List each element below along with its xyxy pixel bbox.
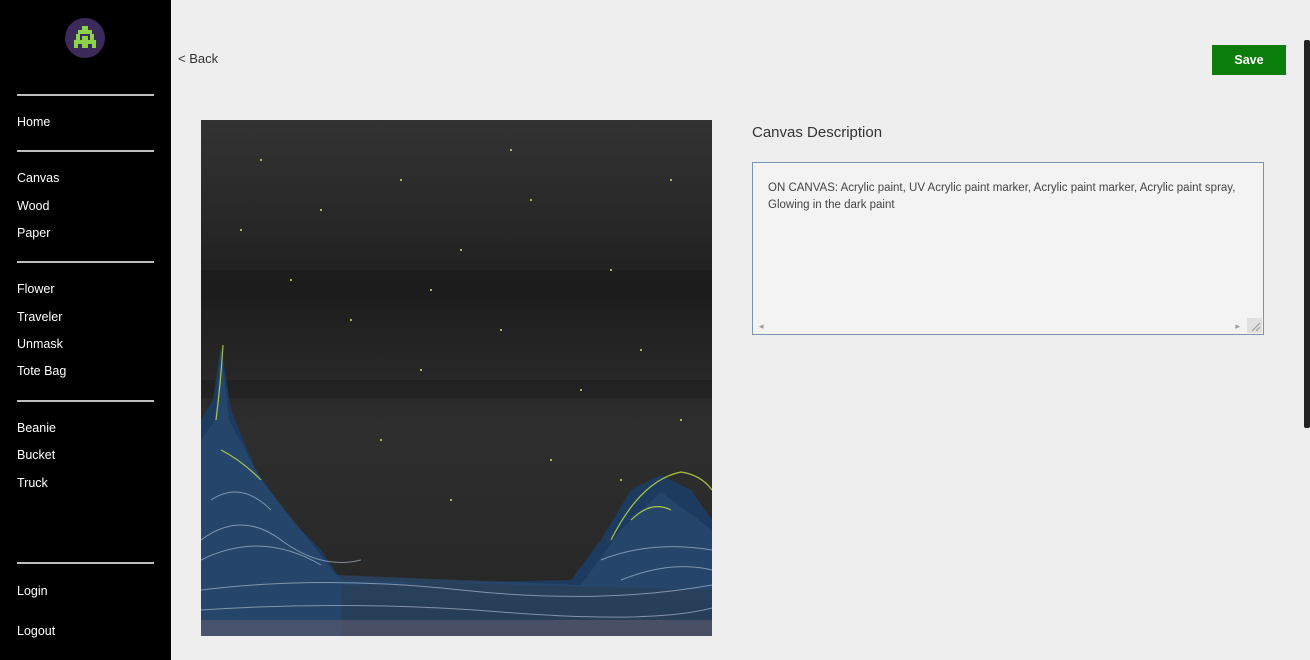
- save-button[interactable]: Save: [1212, 45, 1286, 75]
- sidebar-item-traveler[interactable]: Traveler: [17, 310, 62, 324]
- sidebar-item-unmask[interactable]: Unmask: [17, 337, 63, 351]
- sidebar-item-tote-bag[interactable]: Tote Bag: [17, 364, 66, 378]
- artwork-image: [201, 120, 712, 636]
- scroll-right-icon[interactable]: ▸: [1235, 321, 1240, 332]
- sidebar-item-login[interactable]: Login: [17, 584, 48, 598]
- sidebar-divider: [17, 562, 154, 564]
- back-link[interactable]: < Back: [178, 51, 218, 66]
- sidebar-item-canvas[interactable]: Canvas: [17, 171, 59, 185]
- logo[interactable]: [65, 18, 105, 58]
- horizontal-scrollbar[interactable]: ◂ ▸: [754, 319, 1245, 333]
- description-label: Canvas Description: [752, 124, 883, 141]
- scroll-left-icon[interactable]: ◂: [759, 321, 764, 332]
- sidebar-item-wood[interactable]: Wood: [17, 199, 49, 213]
- sidebar: Home Canvas Wood Paper Flower Traveler U…: [0, 0, 171, 660]
- sidebar-item-beanie[interactable]: Beanie: [17, 421, 56, 435]
- sidebar-item-home[interactable]: Home: [17, 115, 50, 129]
- sidebar-divider: [17, 150, 154, 152]
- sidebar-divider: [17, 261, 154, 263]
- sidebar-item-truck[interactable]: Truck: [17, 476, 48, 490]
- sidebar-item-flower[interactable]: Flower: [17, 282, 55, 296]
- description-textarea[interactable]: ON CANVAS: Acrylic paint, UV Acrylic pai…: [752, 162, 1264, 335]
- sidebar-item-paper[interactable]: Paper: [17, 226, 50, 240]
- resize-handle-icon[interactable]: [1247, 318, 1262, 333]
- sidebar-divider: [17, 400, 154, 402]
- sidebar-divider: [17, 94, 154, 96]
- pixel-invader-icon: [74, 26, 96, 48]
- description-text[interactable]: ON CANVAS: Acrylic paint, UV Acrylic pai…: [768, 180, 1239, 213]
- sidebar-item-bucket[interactable]: Bucket: [17, 448, 55, 462]
- sidebar-item-logout[interactable]: Logout: [17, 624, 55, 638]
- page-scrollbar[interactable]: [1304, 40, 1310, 428]
